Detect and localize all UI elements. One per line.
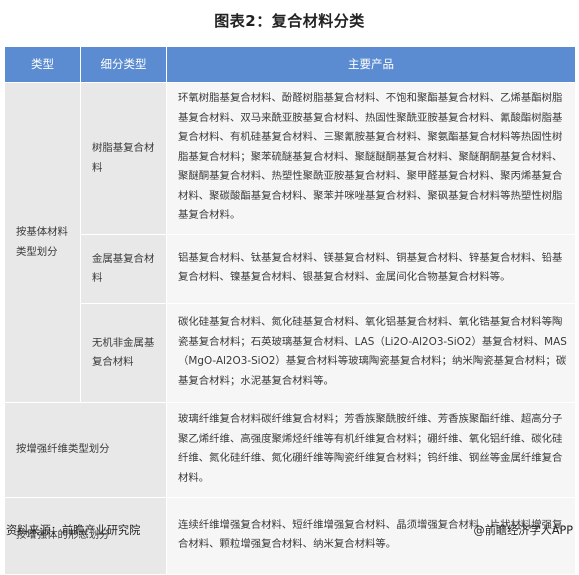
category-reinforce-type: 按增强纤维类型划分 xyxy=(4,402,167,498)
products-reinforce-type: 玻璃纤维复合材料碳纤维复合材料；芳香族聚酰胺纤维、芳香族聚酯纤维、超高分子聚乙烯… xyxy=(166,402,576,498)
source-note: 资料来源：前瞻产业研究院 xyxy=(6,524,141,537)
category-matrix: 按基体材料类型划分 xyxy=(4,82,81,403)
subtype-inorganic: 无机非金属基复合材料 xyxy=(80,303,167,403)
table-row: 金属基复合材料 铝基复合材料、钛基复合材料、镁基复合材料、铜基复合材料、锌基复合… xyxy=(5,234,576,304)
header-type: 类型 xyxy=(4,46,81,83)
header-subtype: 细分类型 xyxy=(80,46,167,83)
classification-table: 类型 细分类型 主要产品 按基体材料类型划分 树脂基复合材料 环氧树脂基复合材料… xyxy=(4,46,576,575)
subtype-metal: 金属基复合材料 xyxy=(80,234,167,304)
table-row: 无机非金属基复合材料 碳化硅基复合材料、氮化硅基复合材料、氧化铝基复合材料、氧化… xyxy=(5,303,576,403)
products-resin: 环氧树脂基复合材料、酚醛树脂基复合材料、不饱和聚酯基复合材料、乙烯基酯树脂基复合… xyxy=(166,82,576,235)
figure-title: 图表2：复合材料分类 xyxy=(214,12,365,30)
brand-credit: @前瞻经济学人APP xyxy=(473,524,573,537)
table-header-row: 类型 细分类型 主要产品 xyxy=(4,46,576,83)
products-metal: 铝基复合材料、钛基复合材料、镁基复合材料、铜基复合材料、锌基复合材料、铅基复合材… xyxy=(166,234,576,304)
table-row: 按增强纤维类型划分 玻璃纤维复合材料碳纤维复合材料；芳香族聚酰胺纤维、芳香族聚酯… xyxy=(4,402,576,498)
header-products: 主要产品 xyxy=(166,46,576,83)
table-row: 按基体材料类型划分 树脂基复合材料 环氧树脂基复合材料、酚醛树脂基复合材料、不饱… xyxy=(4,82,576,403)
subtype-resin: 树脂基复合材料 xyxy=(80,82,167,235)
products-inorganic: 碳化硅基复合材料、氮化硅基复合材料、氧化铝基复合材料、氧化锆基复合材料等陶瓷基复… xyxy=(166,303,576,403)
